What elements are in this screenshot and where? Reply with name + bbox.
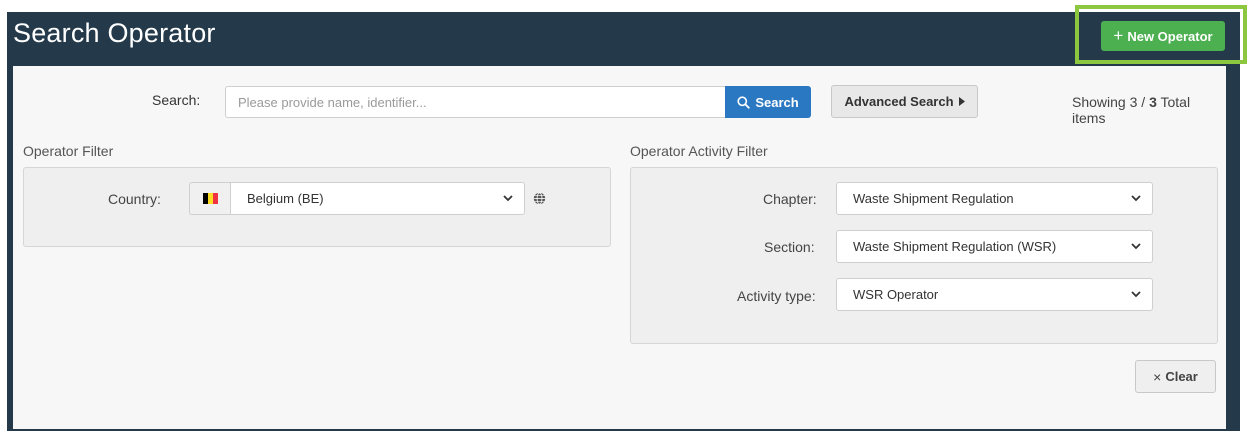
country-label: Country: (108, 191, 161, 207)
advanced-search-button[interactable]: Advanced Search (831, 85, 978, 118)
search-button-label: Search (755, 94, 799, 110)
search-label: Search: (152, 92, 201, 108)
chevron-down-icon (1131, 195, 1141, 202)
activity-type-label: Activity type: (737, 288, 816, 304)
chapter-select-value: Waste Shipment Regulation (853, 191, 1014, 206)
clear-button[interactable]: × Clear (1135, 360, 1216, 393)
clear-button-label: Clear (1165, 369, 1198, 384)
new-operator-button[interactable]: + New Operator (1101, 21, 1225, 51)
country-select-value: Belgium (BE) (247, 191, 324, 206)
caret-right-icon (958, 97, 965, 106)
operator-filter-title: Operator Filter (23, 143, 114, 159)
chevron-down-icon (1131, 291, 1141, 298)
country-select[interactable]: Belgium (BE) (230, 182, 525, 215)
main-frame: Search Operator + New Operator Search: S… (7, 5, 1247, 431)
chapter-label: Chapter: (763, 191, 817, 207)
globe-icon (533, 192, 545, 205)
section-label: Section: (764, 239, 815, 255)
close-icon: × (1153, 368, 1162, 385)
chevron-down-icon (1131, 243, 1141, 250)
results-count-prefix: Showing 3 / (1072, 94, 1150, 110)
section-select[interactable]: Waste Shipment Regulation (WSR) (836, 230, 1153, 263)
search-input[interactable] (225, 86, 725, 118)
page-title: Search Operator (13, 18, 216, 48)
advanced-search-label: Advanced Search (844, 94, 954, 109)
search-button[interactable]: Search (725, 86, 811, 118)
search-panel: Search: Search Advanced Search Showing 3… (13, 66, 1226, 429)
plus-icon: + (1113, 25, 1124, 45)
country-flag-addon (189, 182, 231, 215)
activity-type-select-value: WSR Operator (853, 287, 939, 302)
activity-type-select[interactable]: WSR Operator (836, 278, 1153, 311)
section-select-value: Waste Shipment Regulation (WSR) (853, 239, 1057, 254)
globe-button[interactable] (525, 182, 553, 215)
results-total: 3 (1149, 94, 1157, 110)
results-count: Showing 3 / 3 Total items (1072, 94, 1226, 126)
new-operator-label: New Operator (1127, 28, 1213, 44)
chevron-down-icon (503, 195, 513, 202)
search-icon (737, 95, 750, 109)
belgium-flag-icon (203, 193, 218, 204)
activity-filter-title: Operator Activity Filter (630, 143, 768, 159)
chapter-select[interactable]: Waste Shipment Regulation (836, 182, 1153, 215)
